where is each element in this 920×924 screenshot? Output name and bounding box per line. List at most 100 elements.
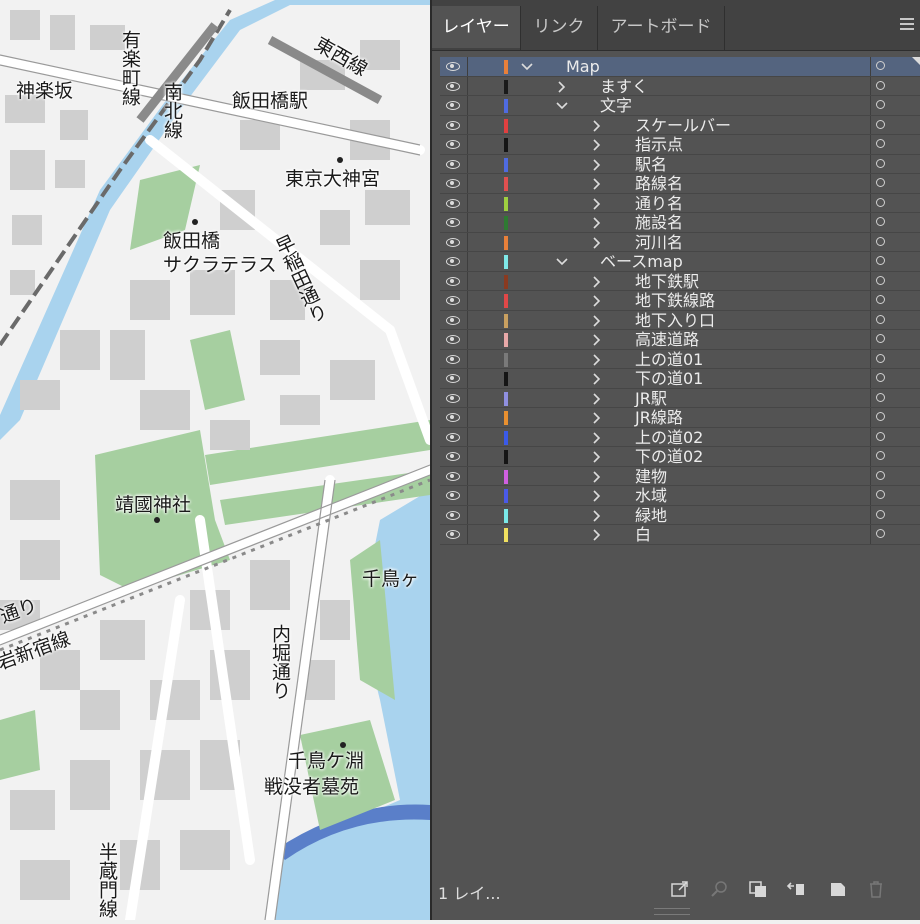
eye-icon[interactable]: [446, 179, 460, 188]
layer-row[interactable]: 指示点: [440, 135, 920, 155]
layer-row[interactable]: スケールバー: [440, 115, 920, 135]
target-icon[interactable]: [876, 197, 885, 207]
layer-row[interactable]: 高速道路: [440, 330, 920, 350]
layer-row[interactable]: 路線名: [440, 174, 920, 194]
target-icon[interactable]: [876, 80, 885, 90]
chevron-right-icon[interactable]: [555, 77, 569, 96]
target-icon[interactable]: [876, 470, 885, 480]
target-icon[interactable]: [876, 275, 885, 285]
eye-icon[interactable]: [446, 101, 460, 110]
eye-icon[interactable]: [446, 335, 460, 344]
export-icon[interactable]: [670, 880, 690, 898]
eye-icon[interactable]: [446, 276, 460, 286]
eye-icon[interactable]: [446, 354, 460, 364]
eye-icon[interactable]: [446, 62, 460, 71]
layer-row[interactable]: 水域: [440, 486, 920, 506]
target-icon[interactable]: [876, 412, 885, 421]
target-icon[interactable]: [876, 509, 885, 519]
target-icon[interactable]: [876, 392, 885, 402]
layer-row[interactable]: 下の道01: [440, 369, 920, 389]
chevron-right-icon[interactable]: [590, 525, 604, 544]
eye-icon[interactable]: [446, 315, 460, 325]
eye-icon[interactable]: [446, 237, 460, 247]
eye-icon[interactable]: [446, 432, 460, 442]
target-icon[interactable]: [876, 451, 885, 460]
chevron-right-icon[interactable]: [590, 350, 604, 369]
target-icon[interactable]: [876, 295, 885, 304]
map-canvas[interactable]: 神楽坂 有楽町線 南北線 東西線 飯田橋駅 東京大神宮 飯田橋 サクラテラス 早…: [0, 0, 435, 924]
layer-row[interactable]: 駅名: [440, 154, 920, 174]
move-to-layer-icon[interactable]: [786, 880, 806, 898]
eye-icon[interactable]: [446, 471, 460, 481]
target-icon[interactable]: [876, 490, 885, 499]
chevron-down-icon[interactable]: [520, 57, 534, 76]
search-icon[interactable]: [710, 880, 730, 898]
chevron-right-icon[interactable]: [590, 330, 604, 349]
target-icon[interactable]: [876, 373, 885, 382]
target-icon[interactable]: [876, 100, 885, 109]
chevron-down-icon[interactable]: [555, 96, 569, 115]
tab-links[interactable]: リンク: [521, 6, 597, 48]
eye-icon[interactable]: [446, 159, 460, 169]
eye-icon[interactable]: [446, 530, 460, 539]
trash-icon[interactable]: [866, 880, 886, 898]
eye-icon[interactable]: [446, 393, 460, 403]
layer-row[interactable]: 河川名: [440, 232, 920, 252]
eye-icon[interactable]: [446, 413, 460, 422]
layer-row[interactable]: 通り名: [440, 193, 920, 213]
tab-artboards[interactable]: アートボード: [598, 6, 724, 48]
target-icon[interactable]: [876, 139, 885, 148]
target-icon[interactable]: [876, 158, 885, 168]
chevron-right-icon[interactable]: [590, 135, 604, 154]
eye-icon[interactable]: [446, 491, 460, 500]
chevron-right-icon[interactable]: [590, 408, 604, 427]
panel-resize-grip[interactable]: [654, 908, 690, 915]
target-icon[interactable]: [876, 119, 885, 129]
layer-row[interactable]: JR駅: [440, 388, 920, 408]
layer-row[interactable]: ますく: [440, 76, 920, 96]
clipping-mask-icon[interactable]: [748, 880, 768, 898]
target-icon[interactable]: [876, 256, 885, 265]
target-icon[interactable]: [876, 353, 885, 363]
layer-row[interactable]: 地下鉄線路: [440, 291, 920, 311]
eye-icon[interactable]: [446, 452, 460, 461]
eye-icon[interactable]: [446, 198, 460, 208]
chevron-right-icon[interactable]: [590, 272, 604, 291]
tab-layers[interactable]: レイヤー: [432, 6, 520, 48]
layer-row[interactable]: JR線路: [440, 408, 920, 428]
layer-row[interactable]: 緑地: [440, 505, 920, 525]
eye-icon[interactable]: [446, 257, 460, 266]
layer-row[interactable]: 建物: [440, 466, 920, 486]
eye-icon[interactable]: [446, 510, 460, 520]
target-icon[interactable]: [876, 178, 885, 187]
layer-row[interactable]: 白: [440, 525, 920, 545]
chevron-right-icon[interactable]: [590, 389, 604, 408]
layer-row[interactable]: ベースmap: [440, 252, 920, 272]
chevron-right-icon[interactable]: [590, 428, 604, 447]
target-icon[interactable]: [876, 314, 885, 324]
chevron-right-icon[interactable]: [590, 486, 604, 505]
target-icon[interactable]: [876, 61, 885, 70]
chevron-right-icon[interactable]: [590, 467, 604, 486]
target-icon[interactable]: [876, 529, 885, 538]
chevron-right-icon[interactable]: [590, 116, 604, 135]
target-icon[interactable]: [876, 334, 885, 343]
chevron-right-icon[interactable]: [590, 506, 604, 525]
layer-row[interactable]: 地下入り口: [440, 310, 920, 330]
layer-row[interactable]: 上の道01: [440, 349, 920, 369]
chevron-right-icon[interactable]: [590, 174, 604, 193]
eye-icon[interactable]: [446, 218, 460, 227]
eye-icon[interactable]: [446, 374, 460, 383]
chevron-right-icon[interactable]: [590, 155, 604, 174]
target-icon[interactable]: [876, 217, 885, 226]
panel-menu-icon[interactable]: [900, 18, 914, 30]
target-icon[interactable]: [876, 431, 885, 441]
eye-icon[interactable]: [446, 120, 460, 130]
chevron-right-icon[interactable]: [590, 194, 604, 213]
eye-icon[interactable]: [446, 296, 460, 305]
chevron-right-icon[interactable]: [590, 213, 604, 232]
chevron-right-icon[interactable]: [590, 447, 604, 466]
chevron-right-icon[interactable]: [590, 311, 604, 330]
eye-icon[interactable]: [446, 81, 460, 91]
chevron-right-icon[interactable]: [590, 233, 604, 252]
